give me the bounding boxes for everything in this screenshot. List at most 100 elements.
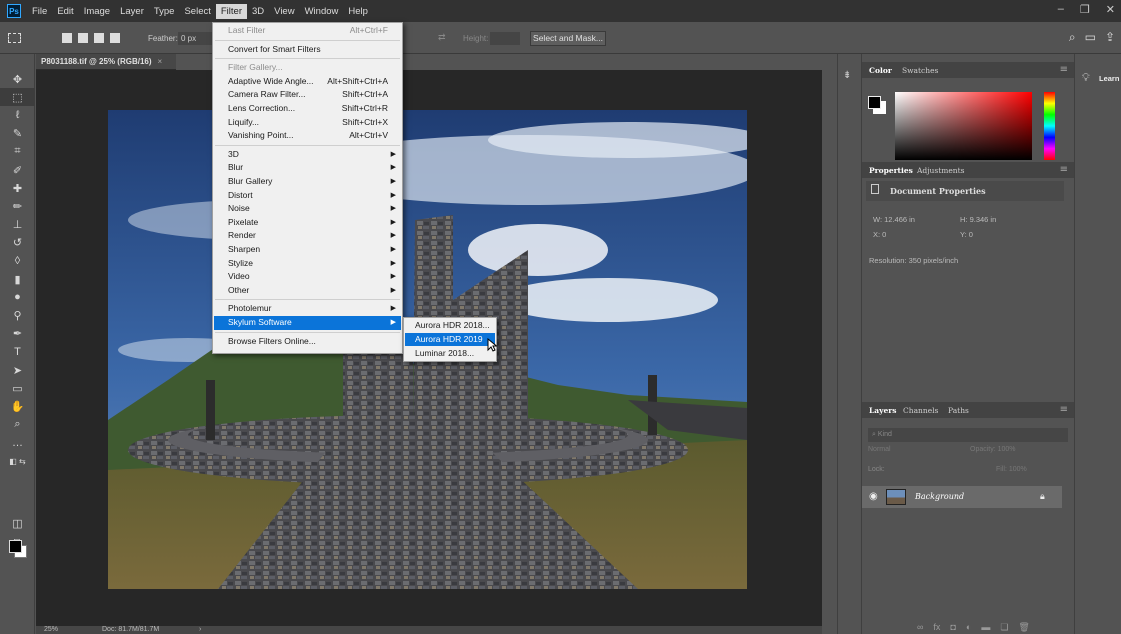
intersect-selection-icon[interactable] [110, 33, 120, 43]
eraser-tool-icon[interactable]: ◊ [0, 252, 35, 270]
tab-adjustments[interactable]: Adjustments [917, 166, 964, 175]
submenu-item-aurora-hdr-2019[interactable]: Aurora HDR 2019 [405, 332, 495, 347]
lightbulb-icon[interactable]: 💡︎ [1082, 72, 1090, 85]
tab-color[interactable]: Color [869, 66, 892, 75]
new-selection-icon[interactable] [62, 33, 72, 43]
learn-label[interactable]: Learn [1099, 74, 1119, 83]
history-brush-tool-icon[interactable]: ↺ [0, 234, 35, 252]
menu-image[interactable]: Image [79, 4, 115, 19]
share-icon[interactable]: ⇪ [1105, 30, 1115, 45]
filter-item-blur-gallery[interactable]: Blur Gallery ▶ [214, 175, 401, 189]
menu-window[interactable]: Window [300, 4, 344, 19]
filter-item-video[interactable]: Video ▶ [214, 270, 401, 284]
clone-stamp-tool-icon[interactable]: ⊥ [0, 216, 35, 234]
more-tools-icon[interactable]: … [0, 434, 35, 452]
add-selection-icon[interactable] [78, 33, 88, 43]
y-value[interactable]: Y: 0 [960, 230, 973, 239]
folder-icon[interactable]: ▬ [981, 622, 990, 633]
quick-select-tool-icon[interactable]: ✎ [0, 125, 35, 143]
height-input[interactable] [490, 32, 520, 45]
filter-item-pixelate[interactable]: Pixelate ▶ [214, 216, 401, 230]
filter-item-browse-filters-online[interactable]: Browse Filters Online... [214, 335, 401, 349]
pen-tool-icon[interactable]: ✒ [0, 325, 35, 343]
panel-menu-icon[interactable]: ≡ [1060, 164, 1068, 175]
color-picker-field[interactable] [895, 92, 1032, 160]
filter-item-3d[interactable]: 3D ▶ [214, 148, 401, 162]
swap-icon[interactable]: ⇄ [438, 32, 446, 43]
filter-item-blur[interactable]: Blur ▶ [214, 161, 401, 175]
zoom-value[interactable]: 25% [44, 626, 58, 633]
menu-layer[interactable]: Layer [115, 4, 149, 19]
filter-item-render[interactable]: Render ▶ [214, 229, 401, 243]
hue-slider[interactable] [1044, 92, 1055, 160]
menu-select[interactable]: Select [179, 4, 215, 19]
tab-swatches[interactable]: Swatches [902, 66, 938, 75]
type-tool-icon[interactable]: T [0, 343, 35, 361]
feather-input[interactable]: 0 px [178, 32, 212, 45]
tab-paths[interactable]: Paths [948, 406, 969, 415]
menu-view[interactable]: View [269, 4, 299, 19]
menu-edit[interactable]: Edit [52, 4, 78, 19]
minimize-icon[interactable]: – [1058, 3, 1064, 16]
filter-item-liquify[interactable]: Liquify... Shift+Ctrl+X [214, 116, 401, 130]
panel-menu-icon[interactable]: ≡ [1060, 64, 1068, 75]
filter-item-stylize[interactable]: Stylize ▶ [214, 257, 401, 271]
tab-channels[interactable]: Channels [903, 406, 938, 415]
height-value[interactable]: H: 9.346 in [960, 215, 996, 224]
menu-file[interactable]: File [27, 4, 52, 19]
marquee-tool-icon[interactable]: ⬚ [0, 88, 35, 107]
select-and-mask-button[interactable]: Select and Mask... [530, 31, 606, 46]
blur-tool-icon[interactable]: ● [0, 288, 35, 306]
history-panel-icon[interactable]: ⇟ [843, 70, 851, 81]
filter-item-adaptive-wide-angle[interactable]: Adaptive Wide Angle... Alt+Shift+Ctrl+A [214, 75, 401, 89]
lasso-tool-icon[interactable]: ℓ [0, 106, 35, 124]
filter-item-other[interactable]: Other ▶ [214, 284, 401, 298]
filter-item-noise[interactable]: Noise ▶ [214, 202, 401, 216]
visibility-eye-icon[interactable]: ◉ [869, 491, 878, 502]
eyedropper-tool-icon[interactable]: ✐ [0, 161, 35, 179]
search-icon[interactable]: ⌕ [1069, 30, 1076, 45]
document-tab[interactable]: P8031188.tif @ 25% (RGB/16) × [36, 54, 176, 70]
menu-filter[interactable]: Filter [215, 3, 247, 19]
quick-mask-icon[interactable]: ◫ [0, 514, 35, 532]
opacity-field[interactable]: Opacity: 100% [970, 446, 1016, 453]
adjustment-icon[interactable]: ◐ [966, 622, 971, 633]
width-value[interactable]: W: 12.466 in [873, 215, 915, 224]
close-icon[interactable]: ✕ [1106, 3, 1115, 16]
crop-tool-icon[interactable]: ⌗ [0, 143, 35, 161]
panel-menu-icon[interactable]: ≡ [1060, 404, 1068, 415]
menu-type[interactable]: Type [149, 4, 180, 19]
move-tool-icon[interactable]: ✥ [0, 70, 35, 88]
filter-item-vanishing-point[interactable]: Vanishing Point... Alt+Ctrl+V [214, 129, 401, 143]
new-layer-icon[interactable]: ❏ [1000, 622, 1008, 633]
x-value[interactable]: X: 0 [873, 230, 886, 239]
layer-row[interactable]: ◉ Background 🔒︎ [862, 486, 1062, 508]
tab-layers[interactable]: Layers [869, 406, 896, 415]
dodge-tool-icon[interactable]: ⚲ [0, 306, 35, 324]
hand-tool-icon[interactable]: ✋ [0, 397, 35, 415]
healing-brush-tool-icon[interactable]: ✚ [0, 179, 35, 197]
filter-item-camera-raw-filter[interactable]: Camera Raw Filter... Shift+Ctrl+A [214, 88, 401, 102]
subtract-selection-icon[interactable] [94, 33, 104, 43]
filter-item-convert-for-smart-filters[interactable]: Convert for Smart Filters [214, 43, 401, 57]
workspace-icon[interactable]: ▭ [1085, 30, 1096, 45]
lock-icon[interactable]: 🔒︎ [1040, 491, 1045, 502]
link-icon[interactable]: ∞ [917, 622, 923, 633]
swap-colors-icon[interactable]: ◧ ⇆ [0, 452, 35, 470]
filter-item-lens-correction[interactable]: Lens Correction... Shift+Ctrl+R [214, 102, 401, 116]
mask-icon[interactable]: ◘ [950, 622, 955, 633]
gradient-tool-icon[interactable]: ▮ [0, 270, 35, 288]
layer-filter-kind[interactable]: ⌕ Kind [868, 428, 1068, 442]
filter-item-skylum-software[interactable]: Skylum Software ▶ [214, 316, 401, 330]
submenu-item-luminar-2018[interactable]: Luminar 2018... [405, 347, 495, 361]
tab-close-icon[interactable]: × [158, 57, 163, 66]
blend-mode-select[interactable]: Normal [868, 446, 891, 453]
layer-name[interactable]: Background [915, 492, 964, 501]
marquee-tool-icon[interactable] [8, 33, 21, 43]
color-foreground-swatch[interactable] [868, 96, 881, 109]
submenu-item-aurora-hdr-2018[interactable]: Aurora HDR 2018... [405, 319, 495, 333]
menu-help[interactable]: Help [343, 4, 373, 19]
fill-field[interactable]: Fill: 100% [996, 466, 1027, 473]
filter-item-sharpen[interactable]: Sharpen ▶ [214, 243, 401, 257]
trash-icon[interactable]: 🗑︎ [1018, 622, 1029, 633]
